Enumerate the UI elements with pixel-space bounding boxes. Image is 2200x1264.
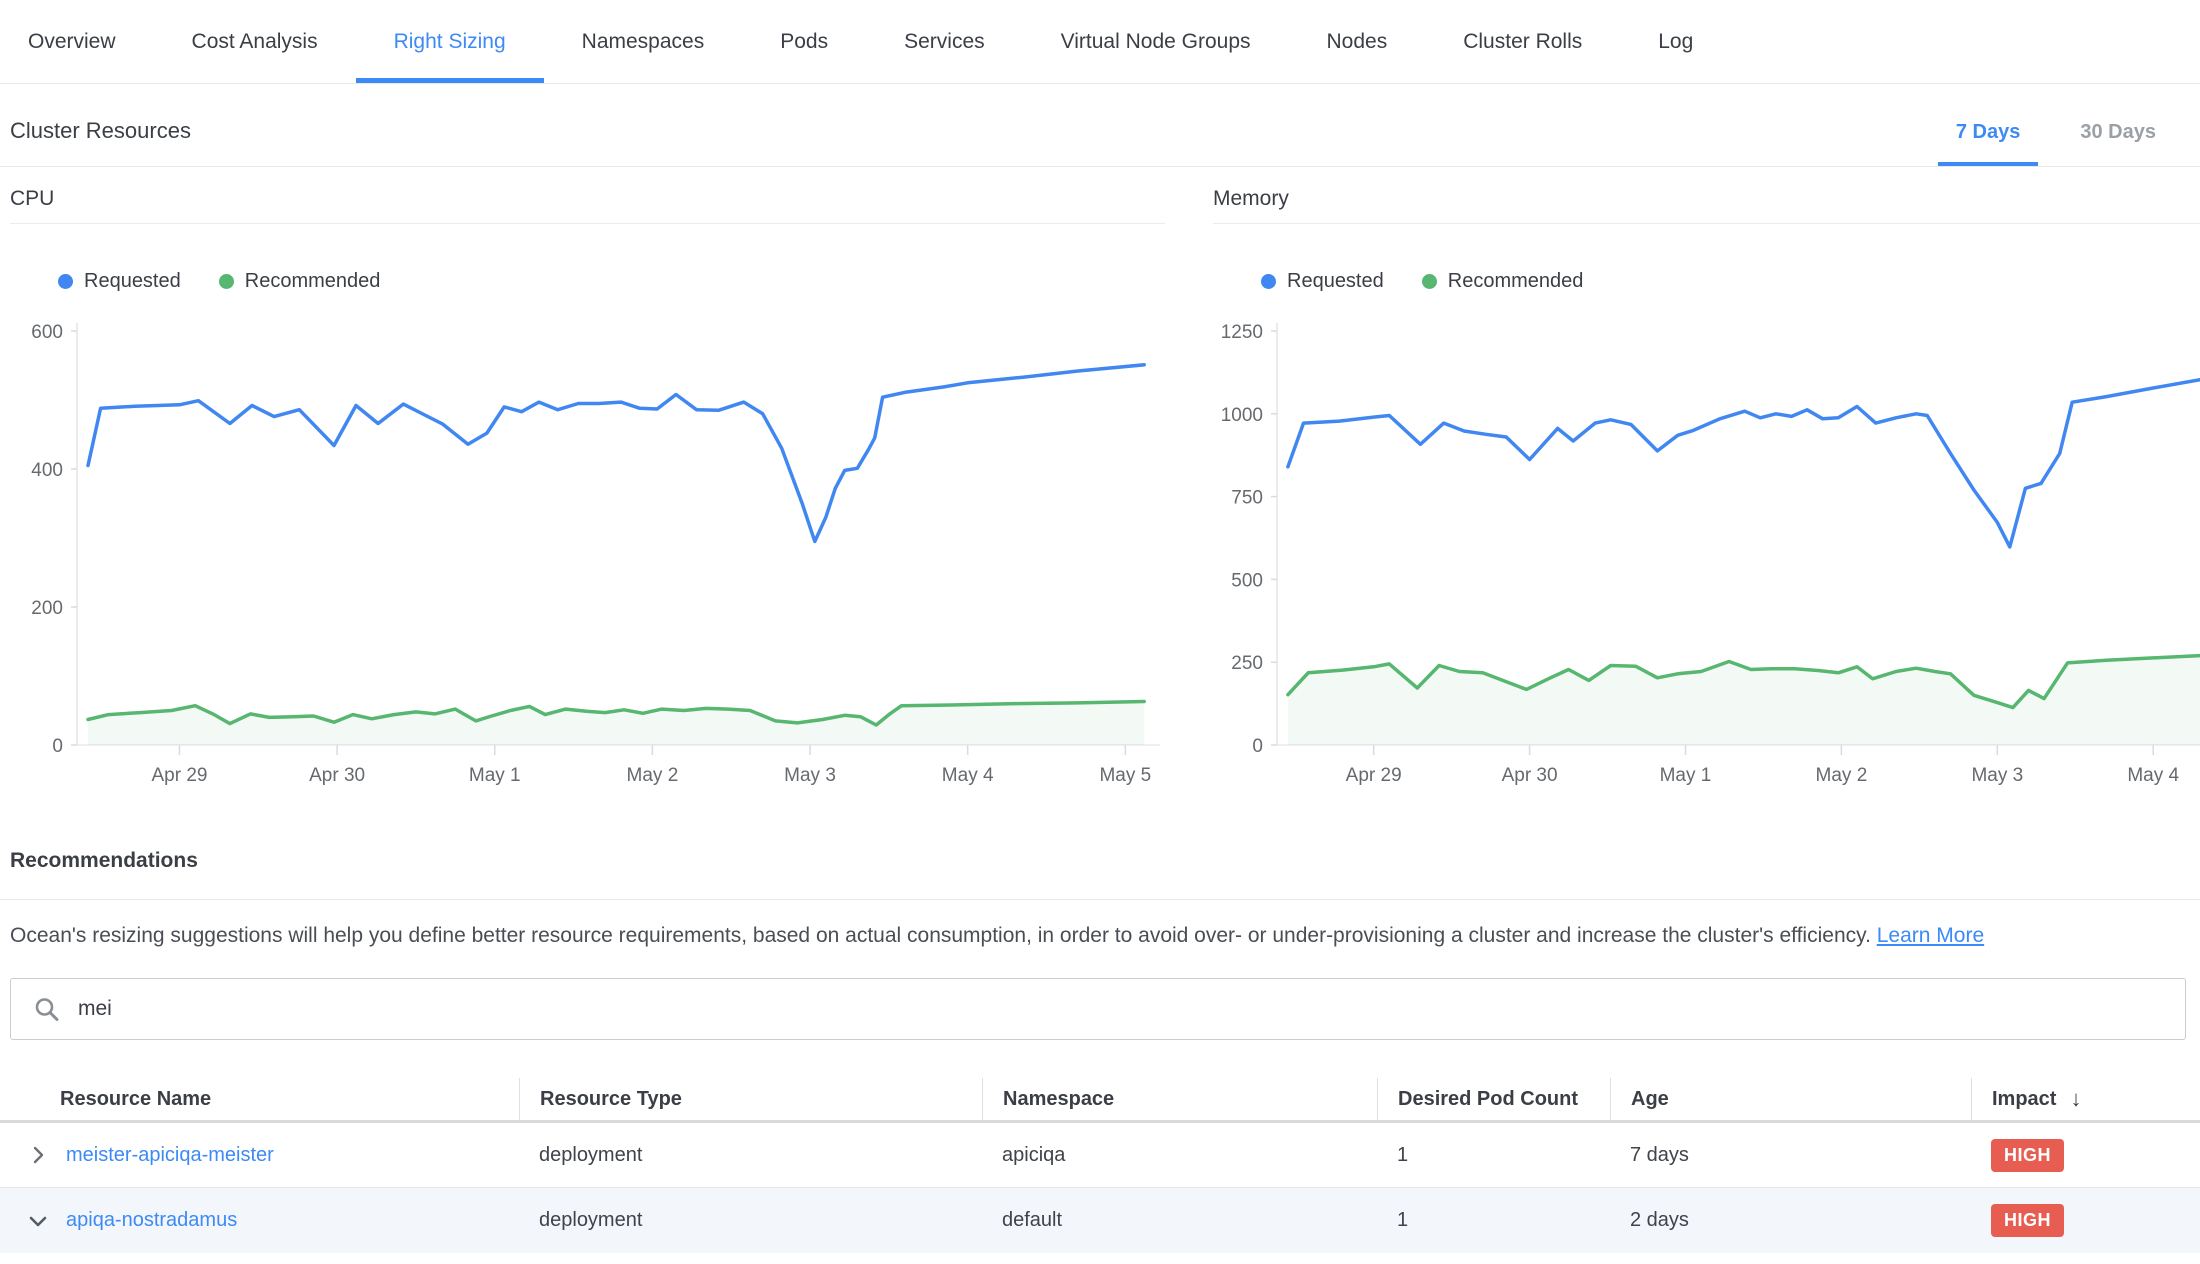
svg-text:Apr 30: Apr 30: [1502, 765, 1558, 786]
column-header-age[interactable]: Age: [1610, 1078, 1971, 1120]
legend-requested-label: Requested: [84, 270, 181, 293]
svg-text:May 1: May 1: [1660, 765, 1712, 786]
resource-type-cell: deployment: [519, 1144, 982, 1167]
resource-name-link[interactable]: apiqa-nostradamus: [66, 1209, 237, 1232]
memory-chart-title: Memory: [1213, 187, 2200, 224]
svg-text:0: 0: [1252, 736, 1263, 757]
resource-type-cell: deployment: [519, 1209, 982, 1232]
svg-text:May 3: May 3: [784, 765, 836, 786]
column-header-desired-pod-count[interactable]: Desired Pod Count: [1377, 1078, 1610, 1120]
impact-badge: HIGH: [1991, 1139, 2064, 1172]
svg-text:Apr 29: Apr 29: [1346, 765, 1402, 786]
memory-line-chart: 0 250 500 750 1000 1250 Apr 29 Apr 30 May 1 May 2…: [1213, 311, 2200, 791]
recommendations-title: Recommendations: [10, 849, 2186, 873]
namespace-cell: default: [982, 1209, 1377, 1232]
cpu-chart-panel: CPU Requested Recommended 0 200 400 600 Apr …: [10, 187, 1165, 791]
chevron-down-icon[interactable]: [26, 1209, 50, 1233]
svg-text:250: 250: [1231, 653, 1263, 674]
column-header-resource-type[interactable]: Resource Type: [519, 1078, 982, 1120]
svg-text:200: 200: [31, 598, 63, 619]
svg-text:May 1: May 1: [469, 765, 521, 786]
table-row[interactable]: apiqa-nostradamus deployment default 1 2…: [0, 1188, 2200, 1253]
cpu-chart-title: CPU: [10, 187, 1165, 224]
tab-pods[interactable]: Pods: [742, 0, 866, 83]
tab-nodes[interactable]: Nodes: [1289, 0, 1426, 83]
column-header-resource-name[interactable]: Resource Name: [0, 1078, 519, 1120]
resource-name-link[interactable]: meister-apiciqa-meister: [66, 1144, 274, 1167]
memory-chart-panel: Memory Requested Recommended 0 250 500 750 1…: [1213, 187, 2200, 791]
tab-services[interactable]: Services: [866, 0, 1023, 83]
tab-right-sizing[interactable]: Right Sizing: [356, 0, 544, 83]
column-header-namespace[interactable]: Namespace: [982, 1078, 1377, 1120]
svg-text:750: 750: [1231, 488, 1263, 509]
sort-desc-icon[interactable]: ↓: [2070, 1086, 2081, 1112]
legend-recommended-label: Recommended: [1448, 270, 1584, 293]
recommended-dot-icon: [219, 274, 234, 289]
recommendations-description: Ocean's resizing suggestions will help y…: [0, 924, 2200, 948]
tab-virtual-node-groups[interactable]: Virtual Node Groups: [1023, 0, 1289, 83]
svg-text:Apr 29: Apr 29: [151, 765, 207, 786]
cpu-chart-legend: Requested Recommended: [58, 270, 1165, 293]
requested-dot-icon: [1261, 274, 1276, 289]
main-tab-bar: Overview Cost Analysis Right Sizing Name…: [0, 0, 2200, 84]
svg-text:400: 400: [31, 460, 63, 481]
tab-cluster-rolls[interactable]: Cluster Rolls: [1425, 0, 1620, 83]
period-toggle: 7 Days 30 Days: [1926, 121, 2186, 144]
desired-pod-count-cell: 1: [1377, 1144, 1610, 1167]
column-header-impact[interactable]: Impact ↓: [1971, 1078, 2200, 1120]
age-cell: 2 days: [1610, 1209, 1971, 1232]
legend-item-recommended: Recommended: [219, 270, 381, 293]
svg-text:600: 600: [31, 322, 63, 343]
svg-text:Apr 30: Apr 30: [309, 765, 365, 786]
svg-text:1250: 1250: [1221, 322, 1263, 343]
table-header-row: Resource Name Resource Type Namespace De…: [0, 1078, 2200, 1123]
learn-more-link[interactable]: Learn More: [1877, 924, 1984, 947]
tab-namespaces[interactable]: Namespaces: [544, 0, 743, 83]
legend-item-requested: Requested: [1261, 270, 1384, 293]
legend-item-requested: Requested: [58, 270, 181, 293]
namespace-cell: apiciqa: [982, 1144, 1377, 1167]
period-tab-7-days[interactable]: 7 Days: [1926, 121, 2051, 144]
svg-text:1000: 1000: [1221, 405, 1263, 426]
svg-text:May 4: May 4: [2127, 765, 2179, 786]
svg-text:May 2: May 2: [627, 765, 679, 786]
requested-dot-icon: [58, 274, 73, 289]
desired-pod-count-cell: 1: [1377, 1209, 1610, 1232]
recommendations-description-text: Ocean's resizing suggestions will help y…: [10, 924, 1871, 947]
tab-cost-analysis[interactable]: Cost Analysis: [154, 0, 356, 83]
table-row[interactable]: meister-apiciqa-meister deployment apici…: [0, 1123, 2200, 1188]
legend-recommended-label: Recommended: [245, 270, 381, 293]
cluster-resources-header: Cluster Resources 7 Days 30 Days: [0, 84, 2200, 167]
svg-text:May 4: May 4: [942, 765, 994, 786]
legend-item-recommended: Recommended: [1422, 270, 1584, 293]
cluster-resources-title: Cluster Resources: [10, 118, 191, 144]
search-icon: [33, 996, 60, 1023]
svg-text:May 5: May 5: [1099, 765, 1151, 786]
svg-text:0: 0: [52, 736, 63, 757]
search-input-value[interactable]: mei: [78, 997, 112, 1021]
chevron-right-icon[interactable]: [26, 1143, 50, 1167]
svg-text:May 3: May 3: [1971, 765, 2023, 786]
charts-row: CPU Requested Recommended 0 200 400 600 Apr …: [0, 187, 2200, 791]
impact-badge: HIGH: [1991, 1204, 2064, 1237]
recommendations-table: Resource Name Resource Type Namespace De…: [0, 1078, 2200, 1253]
recommendations-header: Recommendations: [0, 849, 2200, 900]
svg-text:May 2: May 2: [1816, 765, 1868, 786]
svg-text:500: 500: [1231, 570, 1263, 591]
tab-log[interactable]: Log: [1620, 0, 1731, 83]
recommended-dot-icon: [1422, 274, 1437, 289]
tab-overview[interactable]: Overview: [0, 0, 154, 83]
search-input[interactable]: mei: [10, 978, 2186, 1040]
impact-header-label: Impact: [1992, 1088, 2056, 1111]
legend-requested-label: Requested: [1287, 270, 1384, 293]
memory-chart-legend: Requested Recommended: [1261, 270, 2200, 293]
period-tab-30-days[interactable]: 30 Days: [2050, 121, 2186, 144]
age-cell: 7 days: [1610, 1144, 1971, 1167]
cpu-line-chart: 0 200 400 600 Apr 29 Apr 30 May 1 May 2 May 3 May…: [10, 311, 1165, 791]
